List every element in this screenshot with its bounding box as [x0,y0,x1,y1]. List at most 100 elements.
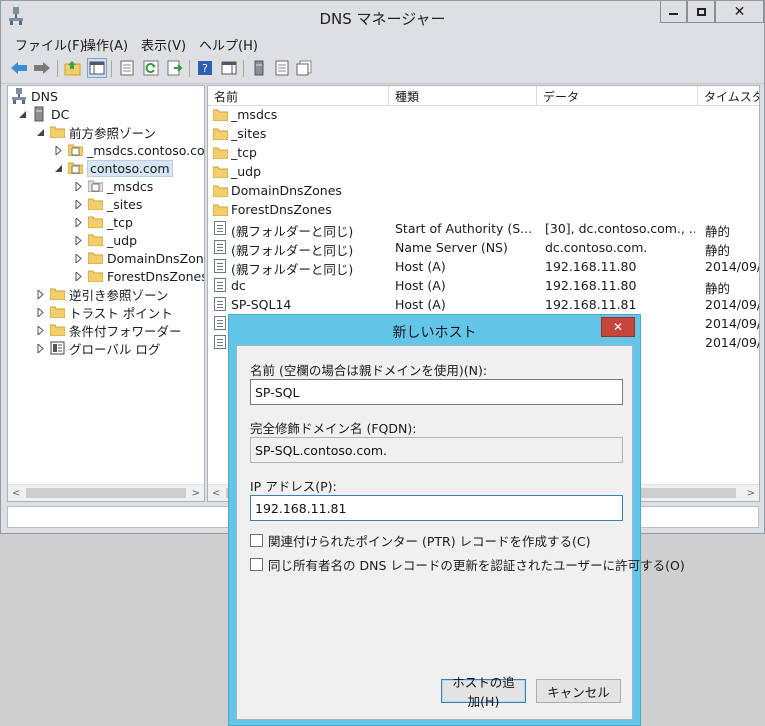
list-item[interactable]: DomainDnsZones [208,181,759,200]
tree-item-domaindnszones[interactable]: DomainDnsZone [74,249,204,267]
cancel-button[interactable]: キャンセル [536,679,621,703]
tree-label: 条件付フォワーダー [69,323,182,339]
scroll-thumb[interactable] [26,488,186,498]
ptr-checkbox[interactable] [250,534,263,547]
table-row[interactable]: SP-SQL14 Host (A) 192.168.11.81 2014/09/ [208,295,760,314]
tree-item-msdcs[interactable]: _msdcs [74,177,153,195]
list-item[interactable]: _msdcs [208,105,759,124]
add-host-button[interactable]: ホストの追加(H) [441,675,526,709]
folder-icon [88,216,103,228]
collapsed-arrow-icon [55,145,62,155]
server-icon [34,106,44,122]
scroll-left-icon[interactable]: < [12,488,20,499]
tree-item-msdcs-zone[interactable]: _msdcs.contoso.co [54,141,204,159]
title-bar: DNS マネージャー ✕ [1,1,764,32]
zone-copy-icon [296,60,312,76]
tree-label: DNS [31,88,58,104]
menu-view[interactable]: 表示(V) [141,35,186,54]
table-row[interactable]: (親フォルダーと同じ) Name Server (NS) dc.contoso.co… [208,238,759,258]
folder-icon [50,306,65,318]
maximize-button[interactable] [687,1,715,23]
column-header-type[interactable]: 種類 [389,86,537,106]
collapsed-arrow-icon [75,271,82,281]
toolbar: ? [1,54,764,84]
tree-item-reverse-zones[interactable]: 逆引き参照ゾーン [36,285,168,303]
back-button[interactable] [9,58,29,78]
auth-update-option[interactable]: 同じ所有者名の DNS レコードの更新を認証されたユーザーに許可する(O) [250,555,685,574]
tree-item-dc[interactable]: DC [18,105,69,123]
expanded-arrow-icon [19,110,26,118]
column-header-data[interactable]: データ [537,86,698,106]
close-button[interactable]: ✕ [715,1,764,23]
forward-button[interactable] [32,58,52,78]
table-row[interactable]: (親フォルダーと同じ) Start of Authority (S... [30],… [208,219,759,239]
tree-item-forward-zones[interactable]: 前方参照ゾーン [36,123,156,141]
tree-item-dns[interactable]: DNS [12,87,58,105]
properties-icon [120,60,134,76]
column-header-name[interactable]: 名前 [208,86,389,106]
ip-address-input[interactable] [250,495,623,521]
list-item[interactable]: _udp [208,162,759,181]
folder-icon [88,270,103,282]
folder-icon [88,252,103,264]
record-list-button[interactable] [272,58,292,78]
list-item-name: DomainDnsZones [231,183,342,198]
tree-label-selected: contoso.com [87,159,173,177]
folder-icon [213,185,228,197]
dns-record-icon [214,316,226,330]
scroll-left-icon[interactable]: < [212,488,220,499]
show-action-pane-button[interactable] [219,58,239,78]
menu-action[interactable]: 操作(A) [83,35,128,54]
help-button[interactable]: ? [195,58,215,78]
collapsed-arrow-icon [37,289,44,299]
record-data: 192.168.11.80 [545,278,637,293]
scroll-right-icon[interactable]: > [747,488,755,499]
name-input[interactable] [250,379,623,405]
tree-item-trust-points[interactable]: トラスト ポイント [36,303,173,321]
column-header-timestamp[interactable]: タイムスタン [698,86,759,106]
tree-item-udp[interactable]: _udp [74,231,137,249]
record-time: 2014/09/ [705,297,760,312]
tree-item-forestdnszones[interactable]: ForestDnsZones [74,267,204,285]
tree-item-conditional-forwarders[interactable]: 条件付フォワーダー [36,321,182,339]
dialog-title: 新しいホスト [392,325,477,341]
menu-help[interactable]: ヘルプ(H) [199,35,258,54]
list-item[interactable]: _sites [208,124,759,143]
refresh-icon [143,60,159,76]
record-type: Host (A) [395,297,446,312]
folder-icon [213,128,228,140]
tree-label: _sites [107,196,143,212]
tree-label: _tcp [107,214,133,230]
svg-text:?: ? [202,62,208,75]
folder-icon [213,147,228,159]
show-tree-button[interactable] [87,58,107,78]
server-button[interactable] [249,58,269,78]
list-item-name: _msdcs [231,107,278,122]
export-list-button[interactable] [165,58,185,78]
help-icon: ? [198,61,212,75]
tree-item-tcp[interactable]: _tcp [74,213,133,231]
properties-button[interactable] [117,58,137,78]
refresh-button[interactable] [141,58,161,78]
tree-item-sites[interactable]: _sites [74,195,142,213]
list-item[interactable]: ForestDnsZones [208,200,759,219]
table-row[interactable]: (親フォルダーと同じ) Host (A) 192.168.11.80 2014/09/ [208,257,759,277]
tree-item-contoso-zone[interactable]: contoso.com [54,159,173,177]
maximize-icon [696,7,706,16]
scroll-right-icon[interactable]: > [192,488,200,499]
tree-item-global-logs[interactable]: グローバル ログ [36,339,160,357]
table-row[interactable]: dc Host (A) 192.168.11.80 静的 [208,276,759,296]
tree-label: _udp [107,232,138,248]
zone-copy-button[interactable] [294,58,314,78]
minimize-button[interactable] [660,1,687,23]
list-item[interactable]: _tcp [208,143,759,162]
dialog-close-button[interactable]: ✕ [601,317,635,337]
record-type: Host (A) [395,278,446,293]
menu-file[interactable]: ファイル(F) [15,35,85,54]
minimize-icon [669,13,678,15]
expanded-arrow-icon [37,128,44,136]
tree-horizontal-scrollbar[interactable]: < > [8,484,204,501]
auth-update-checkbox[interactable] [250,558,263,571]
ptr-record-option[interactable]: 関連付けられたポインター (PTR) レコードを作成する(C) [250,531,591,550]
up-folder-button[interactable] [63,58,83,78]
